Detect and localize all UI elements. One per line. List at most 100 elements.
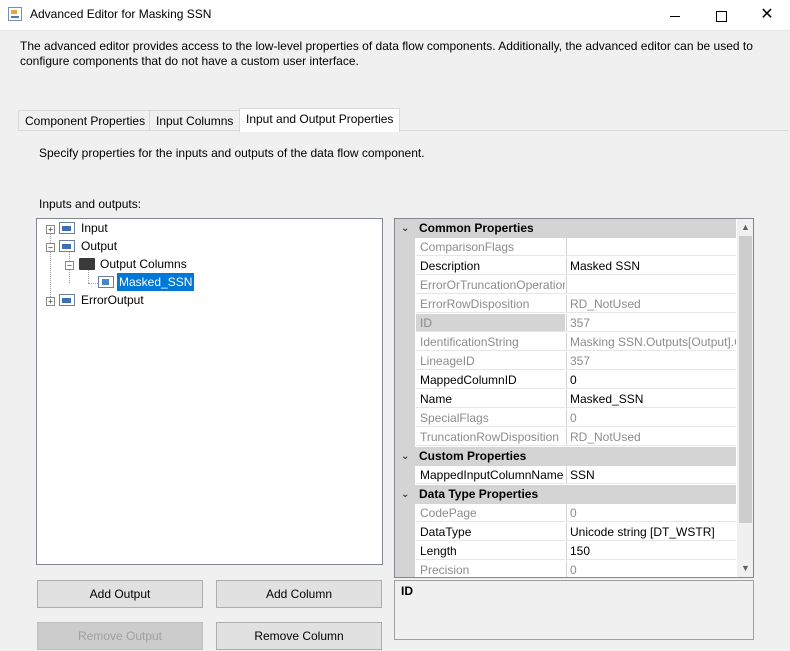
tab-input-columns[interactable]: Input Columns: [149, 110, 241, 131]
property-name: ErrorRowDisposition: [416, 295, 565, 313]
panel-intro: Specify properties for the inputs and ou…: [39, 146, 425, 160]
property-name: CodePage: [416, 504, 565, 522]
remove-column-button[interactable]: Remove Column: [216, 622, 382, 650]
tree-item-label: Masked_SSN: [117, 273, 195, 291]
property-name: SpecialFlags: [416, 409, 565, 427]
property-row[interactable]: ErrorRowDisposition RD_NotUsed: [395, 295, 736, 314]
property-row[interactable]: Name Masked_SSN: [395, 390, 736, 409]
property-name: IdentificationString: [416, 333, 565, 351]
expand-error-output-icon[interactable]: +: [46, 297, 55, 306]
app-icon: [8, 7, 22, 21]
category-label: Data Type Properties: [419, 487, 539, 501]
property-value[interactable]: Masking SSN.Outputs[Output].C: [566, 333, 736, 351]
property-value[interactable]: 0: [566, 504, 736, 522]
property-row[interactable]: DataType Unicode string [DT_WSTR]: [395, 523, 736, 542]
property-description-title: ID: [401, 584, 413, 598]
minimize-icon: [670, 15, 680, 17]
scroll-down-icon[interactable]: ▼: [737, 560, 753, 577]
scroll-thumb[interactable]: [739, 236, 752, 523]
property-name: Name: [416, 390, 565, 408]
property-grid-scrollbar[interactable]: ▲ ▼: [737, 219, 753, 577]
category-label: Common Properties: [419, 221, 534, 235]
inputs-outputs-label: Inputs and outputs:: [39, 197, 142, 211]
property-value[interactable]: Masked_SSN: [566, 390, 736, 408]
category-common-properties[interactable]: ⌄ Common Properties: [395, 219, 736, 238]
property-name: Description: [416, 257, 565, 275]
property-row[interactable]: ErrorOrTruncationOperation: [395, 276, 736, 295]
property-name: MappedInputColumnName: [416, 466, 565, 484]
expand-input-icon[interactable]: +: [46, 225, 55, 234]
collapse-output-columns-icon[interactable]: −: [65, 261, 74, 270]
collapse-icon[interactable]: ⌄: [401, 485, 409, 504]
error-output-icon: [59, 294, 75, 306]
property-value[interactable]: 150: [566, 542, 736, 560]
property-value[interactable]: 357: [566, 352, 736, 370]
property-value[interactable]: [566, 276, 736, 294]
property-value[interactable]: 0: [566, 409, 736, 427]
property-name: Length: [416, 542, 565, 560]
output-icon: [59, 240, 75, 252]
collapse-icon[interactable]: ⌄: [401, 219, 409, 238]
property-value[interactable]: SSN: [566, 466, 736, 484]
property-name: LineageID: [416, 352, 565, 370]
property-row-selected[interactable]: ID 357: [395, 314, 736, 333]
property-description-box: ID: [394, 580, 754, 640]
inputs-outputs-tree[interactable]: + Input − Output − Output Columns Masked…: [36, 218, 383, 565]
property-value[interactable]: Unicode string [DT_WSTR]: [566, 523, 736, 541]
add-column-button[interactable]: Add Column: [216, 580, 382, 608]
tree-item-label: Output: [81, 239, 118, 253]
tree-line: [88, 283, 98, 284]
title-bar: Advanced Editor for Masking SSN ✕: [0, 0, 790, 31]
property-name: ID: [416, 314, 565, 332]
maximize-icon: [715, 10, 727, 22]
property-name: ErrorOrTruncationOperation: [416, 276, 565, 294]
property-value[interactable]: Masked SSN: [566, 257, 736, 275]
property-row[interactable]: Description Masked SSN: [395, 257, 736, 276]
tab-component-properties[interactable]: Component Properties: [18, 110, 153, 131]
property-row[interactable]: ComparisonFlags: [395, 238, 736, 257]
minimize-button[interactable]: [652, 0, 698, 30]
property-name: MappedColumnID: [416, 371, 565, 389]
input-icon: [59, 222, 75, 234]
remove-output-button[interactable]: Remove Output: [37, 622, 203, 650]
property-row[interactable]: LineageID 357: [395, 352, 736, 371]
property-row[interactable]: MappedInputColumnName SSN: [395, 466, 736, 485]
property-value[interactable]: 0: [566, 371, 736, 389]
collapse-icon[interactable]: ⌄: [401, 447, 409, 466]
close-button[interactable]: ✕: [744, 0, 790, 30]
property-row[interactable]: TruncationRowDisposition RD_NotUsed: [395, 428, 736, 447]
tree-item-label: Input: [81, 221, 108, 235]
tree-line: [88, 269, 89, 283]
property-name: DataType: [416, 523, 565, 541]
maximize-button[interactable]: [698, 0, 744, 30]
property-grid[interactable]: ⌄ Common Properties ComparisonFlags Desc…: [394, 218, 754, 578]
category-data-type-properties[interactable]: ⌄ Data Type Properties: [395, 485, 736, 504]
column-icon: [98, 276, 114, 288]
close-icon: ✕: [760, 6, 774, 23]
window-title: Advanced Editor for Masking SSN: [30, 7, 212, 21]
scroll-up-icon[interactable]: ▲: [737, 219, 753, 236]
property-row[interactable]: CodePage 0: [395, 504, 736, 523]
property-name: ComparisonFlags: [416, 238, 565, 256]
property-value[interactable]: [566, 238, 736, 256]
property-row[interactable]: MappedColumnID 0: [395, 371, 736, 390]
property-value[interactable]: RD_NotUsed: [566, 428, 736, 446]
collapse-output-icon[interactable]: −: [46, 243, 55, 252]
property-row[interactable]: SpecialFlags 0: [395, 409, 736, 428]
editor-description: The advanced editor provides access to t…: [20, 39, 753, 68]
property-row[interactable]: Precision 0: [395, 561, 736, 577]
tree-item-label: Output Columns: [100, 257, 187, 271]
folder-icon: [79, 258, 95, 270]
tree-item-label: ErrorOutput: [81, 293, 144, 307]
add-output-button[interactable]: Add Output: [37, 580, 203, 608]
property-name: Precision: [416, 561, 565, 577]
property-name: TruncationRowDisposition: [416, 428, 565, 446]
property-value[interactable]: 0: [566, 561, 736, 577]
property-value[interactable]: 357: [566, 314, 736, 332]
property-row[interactable]: IdentificationString Masking SSN.Outputs[…: [395, 333, 736, 352]
category-label: Custom Properties: [419, 449, 527, 463]
property-value[interactable]: RD_NotUsed: [566, 295, 736, 313]
category-custom-properties[interactable]: ⌄ Custom Properties: [395, 447, 736, 466]
tab-input-output-properties[interactable]: Input and Output Properties: [239, 108, 401, 132]
property-row[interactable]: Length 150: [395, 542, 736, 561]
